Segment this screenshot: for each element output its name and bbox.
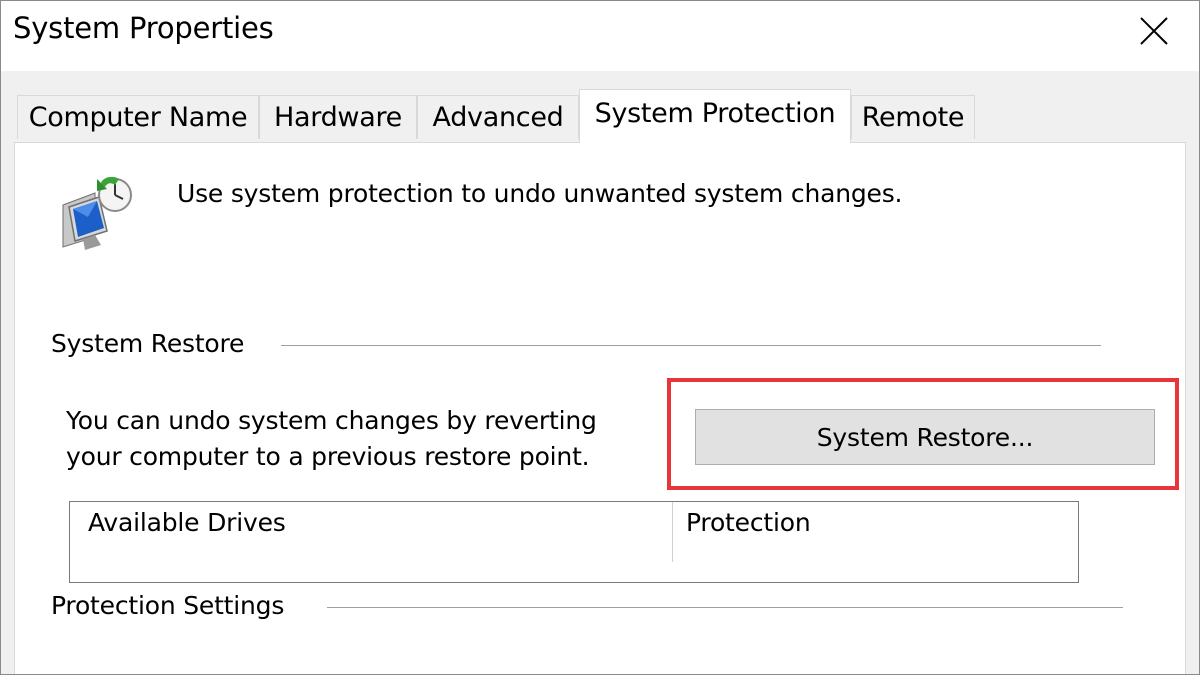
- tab-remote[interactable]: Remote: [851, 95, 975, 139]
- title-bar: System Properties: [1, 1, 1199, 71]
- close-button[interactable]: [1109, 1, 1199, 61]
- column-header-available-drives[interactable]: Available Drives: [88, 508, 286, 537]
- window-title: System Properties: [13, 11, 274, 45]
- system-protection-icon: [62, 176, 132, 250]
- system-properties-window: System Properties Computer Name Hardware…: [0, 0, 1200, 675]
- close-icon: [1140, 17, 1168, 45]
- system-restore-divider: [281, 345, 1101, 346]
- system-protection-panel: Use system protection to undo unwanted s…: [14, 142, 1186, 674]
- column-divider: [672, 502, 673, 562]
- system-restore-description-line-2: your computer to a previous restore poin…: [66, 442, 590, 471]
- drives-table[interactable]: Available Drives Protection: [69, 501, 1079, 583]
- system-restore-description-line-1: You can undo system changes by reverting: [66, 406, 597, 435]
- column-header-protection[interactable]: Protection: [686, 508, 811, 537]
- protection-settings-divider: [327, 607, 1123, 608]
- tab-system-protection[interactable]: System Protection: [579, 89, 851, 143]
- tab-computer-name[interactable]: Computer Name: [17, 95, 259, 139]
- tab-hardware[interactable]: Hardware: [259, 95, 417, 139]
- protection-settings-group-label: Protection Settings: [51, 591, 291, 620]
- system-restore-button[interactable]: System Restore...: [695, 409, 1155, 465]
- tab-advanced[interactable]: Advanced: [417, 95, 579, 139]
- intro-text: Use system protection to undo unwanted s…: [177, 179, 903, 208]
- system-restore-description: You can undo system changes by reverting…: [66, 403, 597, 475]
- system-restore-group-label: System Restore: [51, 329, 251, 358]
